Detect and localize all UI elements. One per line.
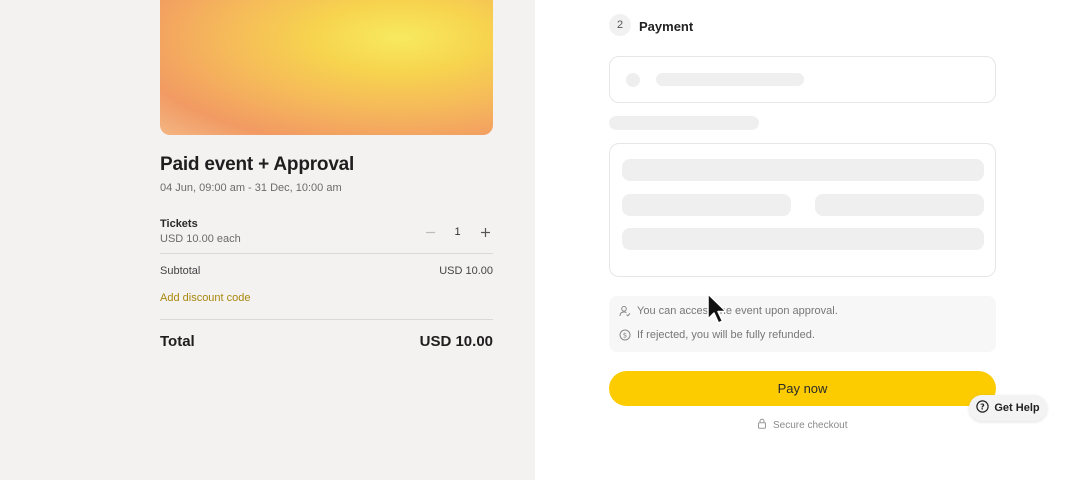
ticket-unit-price: USD 10.00 each bbox=[160, 233, 241, 245]
refund-info-row: $ If rejected, you will be fully refunde… bbox=[619, 329, 815, 341]
divider bbox=[160, 253, 493, 254]
pay-now-button[interactable]: Pay now bbox=[609, 371, 996, 406]
quantity-stepper: 1 bbox=[422, 222, 493, 242]
skeleton-line bbox=[609, 116, 759, 130]
secure-checkout-label: Secure checkout bbox=[773, 419, 848, 431]
event-title: Paid event + Approval bbox=[160, 154, 355, 175]
mouse-pointer-icon bbox=[707, 293, 727, 324]
svg-text:$: $ bbox=[623, 332, 627, 340]
minus-icon bbox=[425, 231, 435, 233]
approval-info-box: You can access the event upon approval. … bbox=[609, 296, 996, 352]
payment-method-skeleton bbox=[609, 56, 996, 103]
dollar-circle-icon: $ bbox=[619, 329, 631, 341]
lock-icon bbox=[757, 418, 767, 432]
skeleton-field bbox=[622, 159, 984, 181]
user-check-icon bbox=[619, 305, 631, 317]
get-help-label: Get Help bbox=[994, 402, 1040, 414]
get-help-button[interactable]: ? Get Help bbox=[969, 395, 1047, 421]
step-number-badge: 2 bbox=[609, 14, 631, 36]
add-discount-code-link[interactable]: Add discount code bbox=[160, 292, 251, 304]
card-form-skeleton bbox=[609, 143, 996, 277]
total-value: USD 10.00 bbox=[419, 333, 493, 350]
question-circle-icon: ? bbox=[976, 400, 990, 416]
tickets-label: Tickets bbox=[160, 218, 198, 230]
skeleton-field bbox=[815, 194, 984, 216]
quantity-value: 1 bbox=[454, 226, 461, 238]
divider bbox=[160, 319, 493, 320]
total-label: Total bbox=[160, 333, 195, 350]
secure-checkout-note: Secure checkout bbox=[757, 418, 848, 432]
increase-quantity-button[interactable] bbox=[477, 224, 493, 240]
approval-info-text: You can access the event upon approval. bbox=[637, 305, 838, 317]
skeleton-line bbox=[656, 73, 804, 86]
payment-section-title: Payment bbox=[639, 19, 694, 34]
order-summary-panel: Paid event + Approval 04 Jun, 09:00 am -… bbox=[0, 0, 535, 480]
subtotal-value: USD 10.00 bbox=[439, 265, 493, 277]
skeleton-field bbox=[622, 228, 984, 250]
svg-text:?: ? bbox=[981, 402, 986, 411]
plus-icon bbox=[480, 227, 490, 237]
refund-info-text: If rejected, you will be fully refunded. bbox=[637, 329, 815, 341]
subtotal-label: Subtotal bbox=[160, 265, 201, 277]
skeleton-radio bbox=[626, 73, 640, 87]
decrease-quantity-button[interactable] bbox=[422, 224, 438, 240]
event-cover-image bbox=[160, 0, 493, 135]
skeleton-field bbox=[622, 194, 791, 216]
approval-info-row: You can access the event upon approval. bbox=[619, 305, 838, 317]
event-date-range: 04 Jun, 09:00 am - 31 Dec, 10:00 am bbox=[160, 182, 342, 194]
